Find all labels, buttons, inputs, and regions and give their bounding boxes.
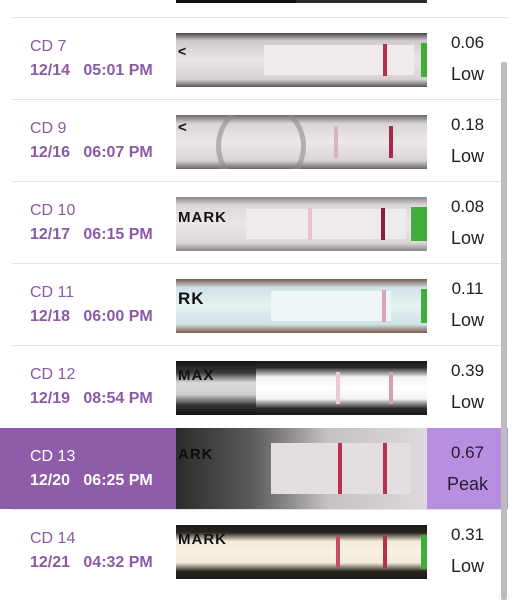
date-text: 12/18 bbox=[30, 308, 71, 325]
test-result-row[interactable]: CD 9 12/16 06:07 PM < 0.18 Low bbox=[12, 99, 508, 181]
test-line bbox=[389, 125, 393, 159]
test-line bbox=[383, 442, 387, 495]
row-info: CD 9 12/16 06:07 PM bbox=[12, 100, 176, 181]
value-cell: 0.06 Low bbox=[427, 18, 508, 99]
cycle-day-label: CD 7 bbox=[30, 38, 67, 55]
level-label: Low bbox=[450, 228, 485, 248]
lh-ratio-value: 0.67 bbox=[450, 443, 485, 462]
level-label: Low bbox=[450, 556, 485, 576]
row-info: CD 14 12/21 04:32 PM bbox=[12, 510, 176, 591]
magnifier-ring bbox=[216, 115, 306, 169]
row-info: CD 7 12/14 05:01 PM bbox=[12, 18, 176, 99]
strip-handle bbox=[411, 206, 427, 242]
datetime-label: 12/21 04:32 PM bbox=[30, 554, 153, 572]
value-cell: 0.67 Peak bbox=[427, 428, 508, 509]
strip-brand-text: MARK bbox=[178, 209, 227, 226]
value-cell: 0.39 Low bbox=[427, 346, 508, 427]
test-result-row[interactable]: CD 10 12/17 06:15 PM MARK 0.08 Low bbox=[12, 181, 508, 263]
value-cell: 0.18 Low bbox=[427, 100, 508, 181]
value-cell: 0.11 Low bbox=[427, 264, 508, 345]
test-result-row[interactable]: CD 11 12/18 06:00 PM RK 0.11 Low bbox=[12, 263, 508, 345]
test-line bbox=[381, 207, 385, 241]
test-line bbox=[383, 535, 387, 569]
test-strip-image: RK bbox=[176, 279, 427, 333]
test-strip-image: < bbox=[176, 115, 427, 169]
datetime-label: 12/16 06:07 PM bbox=[30, 144, 153, 162]
time-text: 06:00 PM bbox=[83, 308, 153, 325]
strip-brand-text: MARK bbox=[178, 531, 227, 548]
control-line-faint bbox=[336, 371, 340, 405]
control-line-faint bbox=[334, 125, 338, 159]
datetime-label: 12/19 08:54 PM bbox=[30, 390, 153, 408]
value-cell: 0.31 Low bbox=[427, 510, 508, 591]
test-strip-shadow-partial bbox=[176, 0, 296, 3]
strip-brand-text: ARK bbox=[178, 446, 214, 463]
test-result-row[interactable]: CD 7 12/14 05:01 PM < 0.06 Low bbox=[12, 17, 508, 99]
date-text: 12/16 bbox=[30, 144, 71, 161]
lh-ratio-value: 0.06 bbox=[450, 33, 485, 52]
time-text: 06:15 PM bbox=[83, 226, 153, 243]
level-label: Low bbox=[450, 146, 485, 166]
date-text: 12/17 bbox=[30, 226, 71, 243]
cycle-day-label: CD 11 bbox=[30, 284, 75, 301]
test-results-list: CD 7 12/14 05:01 PM < 0.06 Low CD 9 12/1… bbox=[0, 0, 521, 600]
datetime-label: 12/17 06:15 PM bbox=[30, 226, 153, 244]
test-strip-image: MARK bbox=[176, 197, 427, 251]
test-line bbox=[382, 289, 386, 323]
time-text: 06:25 PM bbox=[83, 472, 153, 489]
row-info: CD 11 12/18 06:00 PM bbox=[12, 264, 176, 345]
value-cell: 0.08 Low bbox=[427, 182, 508, 263]
cycle-day-label: CD 9 bbox=[30, 120, 67, 137]
row-info: CD 12 12/19 08:54 PM bbox=[12, 346, 176, 427]
datetime-label: 12/20 06:25 PM bbox=[30, 472, 153, 490]
time-text: 04:32 PM bbox=[83, 554, 153, 571]
test-line bbox=[389, 371, 393, 405]
level-label: Low bbox=[450, 392, 485, 412]
cycle-day-label: CD 10 bbox=[30, 202, 76, 219]
control-line bbox=[338, 442, 342, 495]
lh-ratio-value: 0.31 bbox=[450, 525, 485, 544]
test-strip-image: ARK bbox=[176, 428, 427, 509]
cycle-day-label: CD 12 bbox=[30, 366, 76, 383]
test-strip-image: < bbox=[176, 33, 427, 87]
scrollbar-thumb[interactable] bbox=[501, 62, 507, 600]
strip-brand-text: RK bbox=[178, 289, 205, 308]
cycle-day-label: CD 14 bbox=[30, 530, 76, 547]
control-line-faint bbox=[308, 207, 312, 241]
date-text: 12/14 bbox=[30, 62, 71, 79]
date-text: 12/19 bbox=[30, 390, 71, 407]
time-text: 06:07 PM bbox=[83, 144, 153, 161]
lh-ratio-value: 0.08 bbox=[450, 197, 485, 216]
lh-ratio-value: 0.39 bbox=[450, 361, 485, 380]
date-text: 12/21 bbox=[30, 554, 71, 571]
test-strip-image: MARK bbox=[176, 525, 427, 579]
strip-brand-text: MAX bbox=[178, 367, 215, 384]
time-text: 08:54 PM bbox=[83, 390, 153, 407]
time-text: 05:01 PM bbox=[83, 62, 153, 79]
test-line bbox=[383, 43, 387, 77]
datetime-label: 12/18 06:00 PM bbox=[30, 308, 153, 326]
test-result-row[interactable]: CD 12 12/19 08:54 PM MAX 0.39 Low bbox=[12, 345, 508, 427]
lh-ratio-value: 0.11 bbox=[451, 279, 484, 298]
previous-list-item-partial[interactable] bbox=[0, 0, 521, 16]
control-line bbox=[336, 535, 340, 569]
level-label: Low bbox=[450, 64, 485, 84]
date-text: 12/20 bbox=[30, 472, 71, 489]
row-info: CD 13 12/20 06:25 PM bbox=[0, 428, 176, 509]
test-result-row-peak[interactable]: CD 13 12/20 06:25 PM ARK 0.67 Peak bbox=[0, 427, 508, 509]
lh-ratio-value: 0.18 bbox=[450, 115, 485, 134]
level-label: Low bbox=[450, 310, 485, 330]
cycle-day-label: CD 13 bbox=[30, 448, 76, 465]
row-info: CD 10 12/17 06:15 PM bbox=[12, 182, 176, 263]
test-result-row[interactable]: CD 14 12/21 04:32 PM MARK 0.31 Low bbox=[12, 509, 508, 591]
test-strip-image: MAX bbox=[176, 361, 427, 415]
level-label: Peak bbox=[446, 474, 489, 494]
datetime-label: 12/14 05:01 PM bbox=[30, 62, 153, 80]
